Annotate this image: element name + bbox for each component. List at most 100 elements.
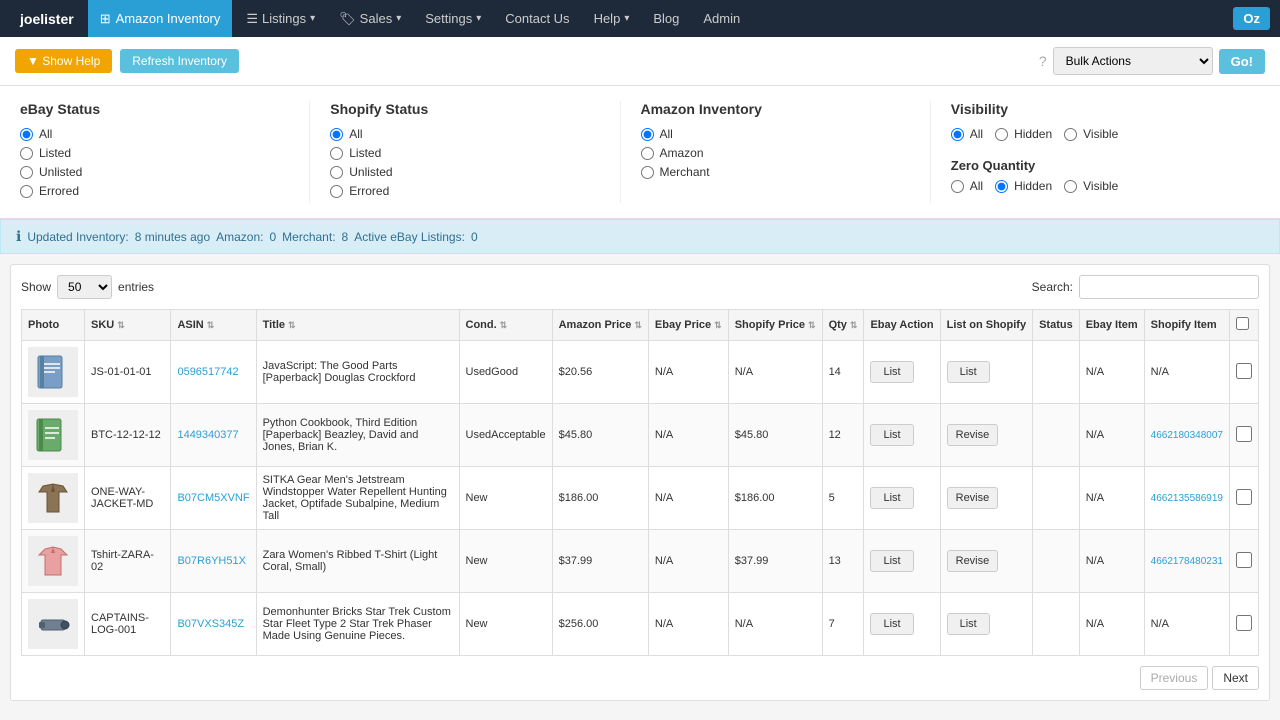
shopify-status-all[interactable]: All: [330, 127, 599, 141]
nav-blog[interactable]: Blog: [643, 0, 689, 37]
row-checkbox[interactable]: [1236, 363, 1252, 379]
shopify-status-listed[interactable]: Listed: [330, 146, 599, 160]
col-checkbox-header[interactable]: [1229, 310, 1258, 341]
visibility-all[interactable]: All: [951, 127, 983, 141]
list-ebay-button[interactable]: List: [870, 613, 913, 635]
sku-value: Tshirt-ZARA-02: [91, 549, 154, 573]
entries-select[interactable]: 10 25 50 100: [57, 275, 112, 299]
previous-button[interactable]: Previous: [1140, 666, 1209, 690]
title-cell: Zara Women's Ribbed T-Shirt (Light Coral…: [256, 530, 459, 593]
list-shopify-button[interactable]: List: [947, 361, 990, 383]
ebay-status-all[interactable]: All: [20, 127, 289, 141]
row-checkbox[interactable]: [1236, 552, 1252, 568]
sku-cell: ONE-WAY-JACKET-MD: [85, 467, 171, 530]
amazon-price-cell: $45.80: [552, 404, 648, 467]
amazon-label: Amazon:: [216, 230, 263, 244]
ebay-status-filter: eBay Status All Listed Unlisted Errored: [20, 101, 310, 203]
amazon-merchant[interactable]: Merchant: [641, 165, 910, 179]
go-button[interactable]: Go!: [1219, 49, 1265, 74]
row-checkbox[interactable]: [1236, 489, 1252, 505]
col-list-shopify: List on Shopify: [940, 310, 1032, 341]
col-title[interactable]: Title ⇅: [256, 310, 459, 341]
col-asin[interactable]: ASIN ⇅: [171, 310, 256, 341]
shopify-item-link[interactable]: 4662178480231: [1151, 556, 1223, 567]
amazon-price-cell: $37.99: [552, 530, 648, 593]
help-icon[interactable]: ?: [1039, 53, 1047, 69]
pagination: Previous Next: [21, 666, 1259, 690]
shopify-price-value: N/A: [735, 366, 753, 378]
sort-icon: ⇅: [714, 320, 722, 331]
ebay-status-unlisted[interactable]: Unlisted: [20, 165, 289, 179]
list-ebay-button[interactable]: List: [870, 550, 913, 572]
asin-link[interactable]: B07VXS345Z: [177, 618, 244, 630]
list-shopify-button[interactable]: List: [947, 613, 990, 635]
ebay-status-errored[interactable]: Errored: [20, 184, 289, 198]
search-input[interactable]: [1079, 275, 1259, 299]
shopify-status-unlisted[interactable]: Unlisted: [330, 165, 599, 179]
col-shopify-price[interactable]: Shopify Price ⇅: [728, 310, 822, 341]
nav-contact[interactable]: Contact Us: [495, 0, 579, 37]
zero-qty-all[interactable]: All: [951, 179, 983, 193]
col-condition[interactable]: Cond. ⇅: [459, 310, 552, 341]
amazon-all[interactable]: All: [641, 127, 910, 141]
shopify-price-value: N/A: [735, 618, 753, 630]
list-ebay-button[interactable]: List: [870, 424, 913, 446]
title-value: Python Cookbook, Third Edition [Paperbac…: [263, 417, 419, 453]
revise-shopify-button[interactable]: Revise: [947, 424, 999, 446]
col-ebay-price[interactable]: Ebay Price ⇅: [648, 310, 728, 341]
shopify-status-errored[interactable]: Errored: [330, 184, 599, 198]
sku-cell: CAPTAINS-LOG-001: [85, 593, 171, 656]
ebay-status-listed[interactable]: Listed: [20, 146, 289, 160]
qty-value: 13: [829, 555, 841, 567]
shopify-price-value: $45.80: [735, 429, 769, 441]
visibility-visible[interactable]: Visible: [1064, 127, 1118, 141]
ebay-item-cell: N/A: [1079, 341, 1144, 404]
revise-shopify-button[interactable]: Revise: [947, 550, 999, 572]
toolbar: ▼ Show Help Refresh Inventory ? Bulk Act…: [0, 37, 1280, 86]
asin-link[interactable]: B07CM5XVNF: [177, 492, 249, 504]
select-all-checkbox[interactable]: [1236, 317, 1249, 330]
nav-settings[interactable]: Settings ▾: [415, 0, 491, 37]
filters-panel: eBay Status All Listed Unlisted Errored …: [0, 86, 1280, 219]
sku-cell: Tshirt-ZARA-02: [85, 530, 171, 593]
nav-sales[interactable]: 🏷 Sales ▾: [329, 0, 411, 37]
amazon-price-value: $20.56: [559, 366, 593, 378]
shopify-item-link[interactable]: 4662135586919: [1151, 493, 1223, 504]
product-photo: [28, 347, 78, 397]
title-cell: Demonhunter Bricks Star Trek Custom Star…: [256, 593, 459, 656]
bulk-actions-select[interactable]: Bulk Actions List on eBay Delist from eB…: [1053, 47, 1213, 75]
asin-link[interactable]: B07R6YH51X: [177, 555, 246, 567]
visibility-hidden[interactable]: Hidden: [995, 127, 1052, 141]
next-button[interactable]: Next: [1212, 666, 1259, 690]
brand-logo: joelister: [10, 11, 84, 27]
shopify-action-cell: Revise: [940, 404, 1032, 467]
row-checkbox-cell: [1229, 593, 1258, 656]
row-checkbox[interactable]: [1236, 615, 1252, 631]
col-qty[interactable]: Qty ⇅: [822, 310, 864, 341]
refresh-inventory-button[interactable]: Refresh Inventory: [120, 49, 239, 73]
show-label: Show: [21, 280, 51, 294]
zero-qty-visible[interactable]: Visible: [1064, 179, 1118, 193]
shopify-item-cell: 4662135586919: [1144, 467, 1229, 530]
list-ebay-button[interactable]: List: [870, 361, 913, 383]
avatar-button[interactable]: Oz: [1233, 7, 1270, 30]
show-help-button[interactable]: ▼ Show Help: [15, 49, 112, 73]
amazon-amazon[interactable]: Amazon: [641, 146, 910, 160]
asin-link[interactable]: 1449340377: [177, 429, 238, 441]
col-amazon-price[interactable]: Amazon Price ⇅: [552, 310, 648, 341]
zero-qty-hidden[interactable]: Hidden: [995, 179, 1052, 193]
chevron-down-icon: ▾: [624, 13, 629, 24]
revise-shopify-button[interactable]: Revise: [947, 487, 999, 509]
nav-admin[interactable]: Admin: [693, 0, 750, 37]
list-ebay-button[interactable]: List: [870, 487, 913, 509]
row-checkbox[interactable]: [1236, 426, 1252, 442]
status-cell: [1033, 530, 1080, 593]
asin-cell: B07R6YH51X: [171, 530, 256, 593]
nav-amazon-inventory[interactable]: ⊞ Amazon Inventory: [88, 0, 233, 37]
asin-link[interactable]: 0596517742: [177, 366, 238, 378]
nav-help[interactable]: Help ▾: [584, 0, 640, 37]
col-sku[interactable]: SKU ⇅: [85, 310, 171, 341]
nav-listings[interactable]: ☰ Listings ▾: [236, 0, 325, 37]
shopify-item-link[interactable]: 4662180348007: [1151, 430, 1223, 441]
sort-icon: ⇅: [850, 320, 858, 331]
